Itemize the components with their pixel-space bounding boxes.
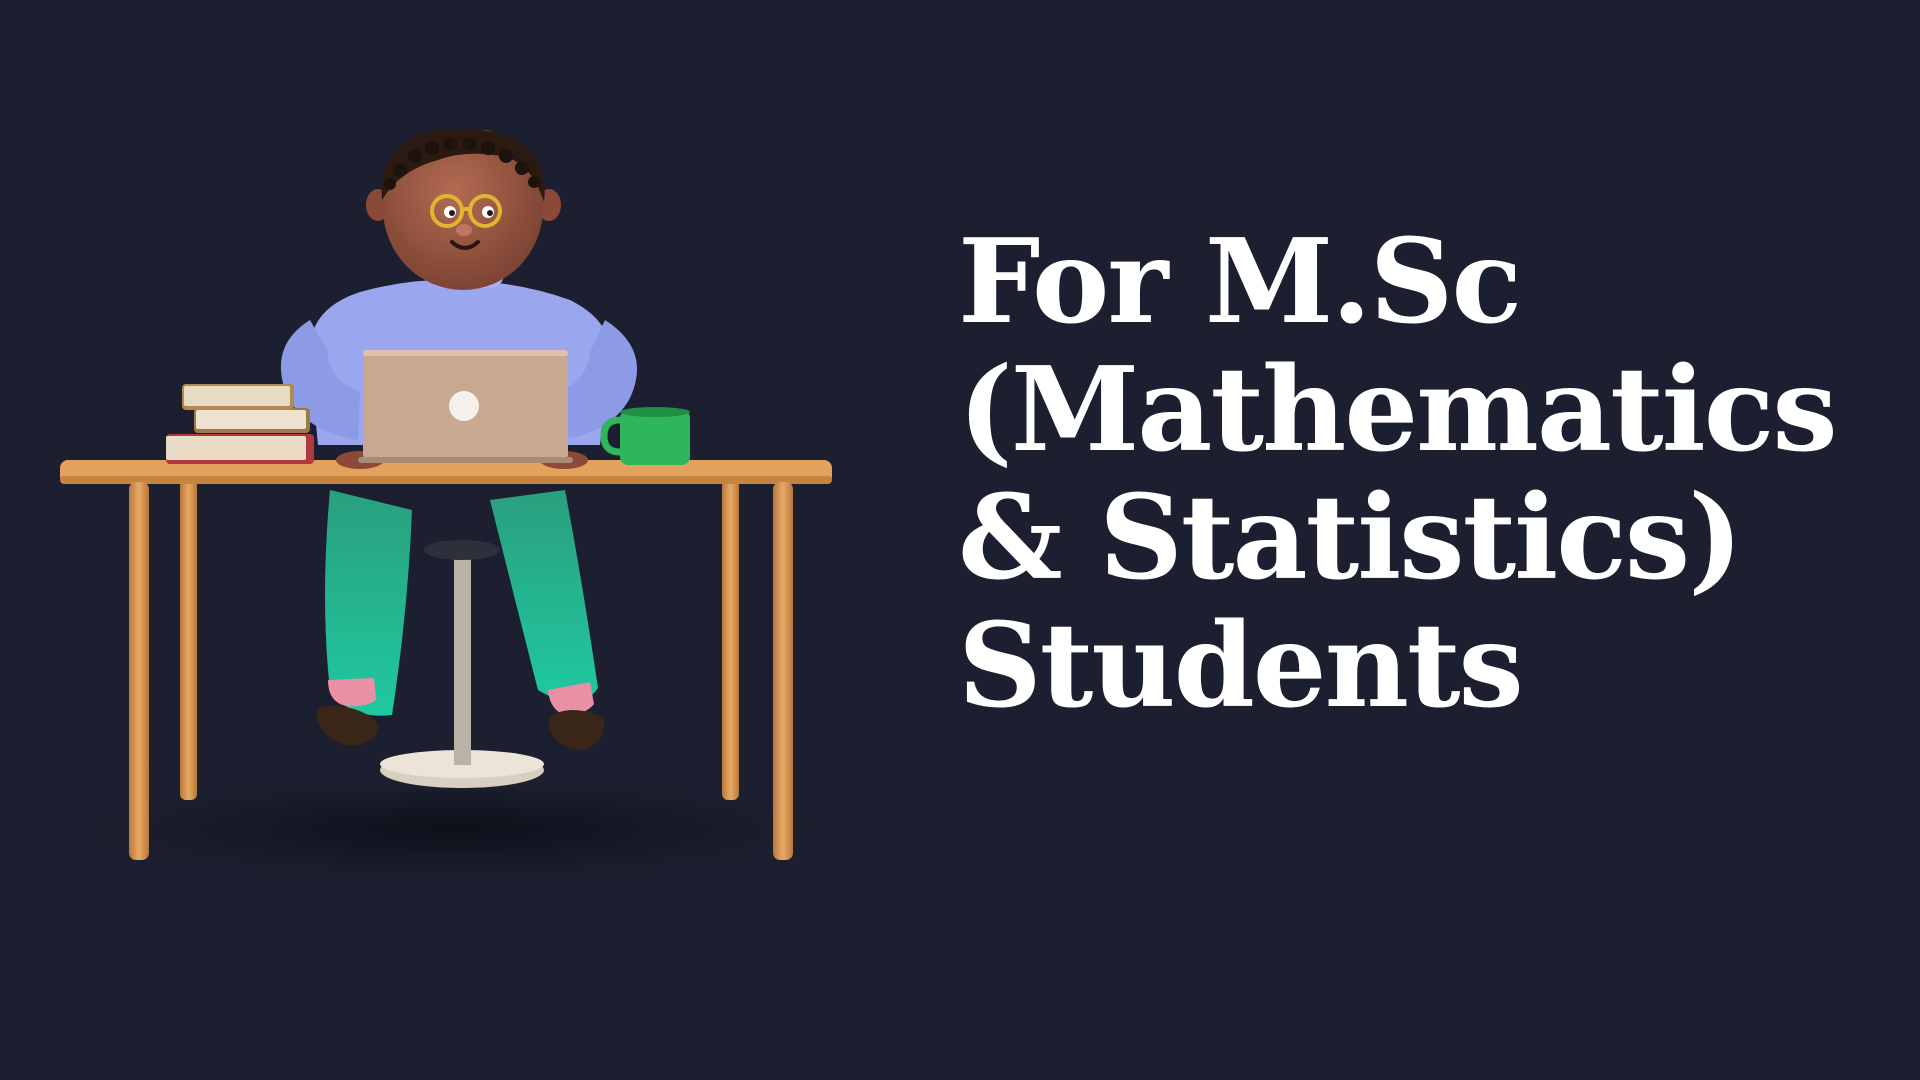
floor-shadow	[95, 780, 815, 880]
nose	[456, 224, 472, 236]
sock-left	[328, 678, 376, 707]
mug-handle	[600, 416, 621, 456]
stool-post	[454, 550, 471, 765]
laptop-logo	[449, 391, 479, 421]
desk-leg-front-left	[129, 482, 149, 860]
mug	[620, 410, 690, 465]
headline: For M.Sc (Mathematics & Statistics) Stud…	[958, 218, 1858, 730]
stool-seat	[424, 540, 500, 560]
headline-line-3: & Statistics)	[958, 470, 1743, 606]
laptop-base	[358, 457, 573, 463]
desk-leg-front-right	[773, 482, 793, 860]
student-desk-illustration	[60, 130, 832, 880]
desk-leg-back-left	[180, 480, 197, 800]
pants-right-leg	[490, 490, 598, 703]
shoe-right	[548, 710, 605, 750]
desk-leg-back-right	[722, 480, 739, 800]
headline-line-2: (Mathematics	[958, 342, 1838, 478]
headline-line-4: Students	[958, 598, 1524, 734]
headline-line-1: For M.Sc	[958, 214, 1522, 350]
